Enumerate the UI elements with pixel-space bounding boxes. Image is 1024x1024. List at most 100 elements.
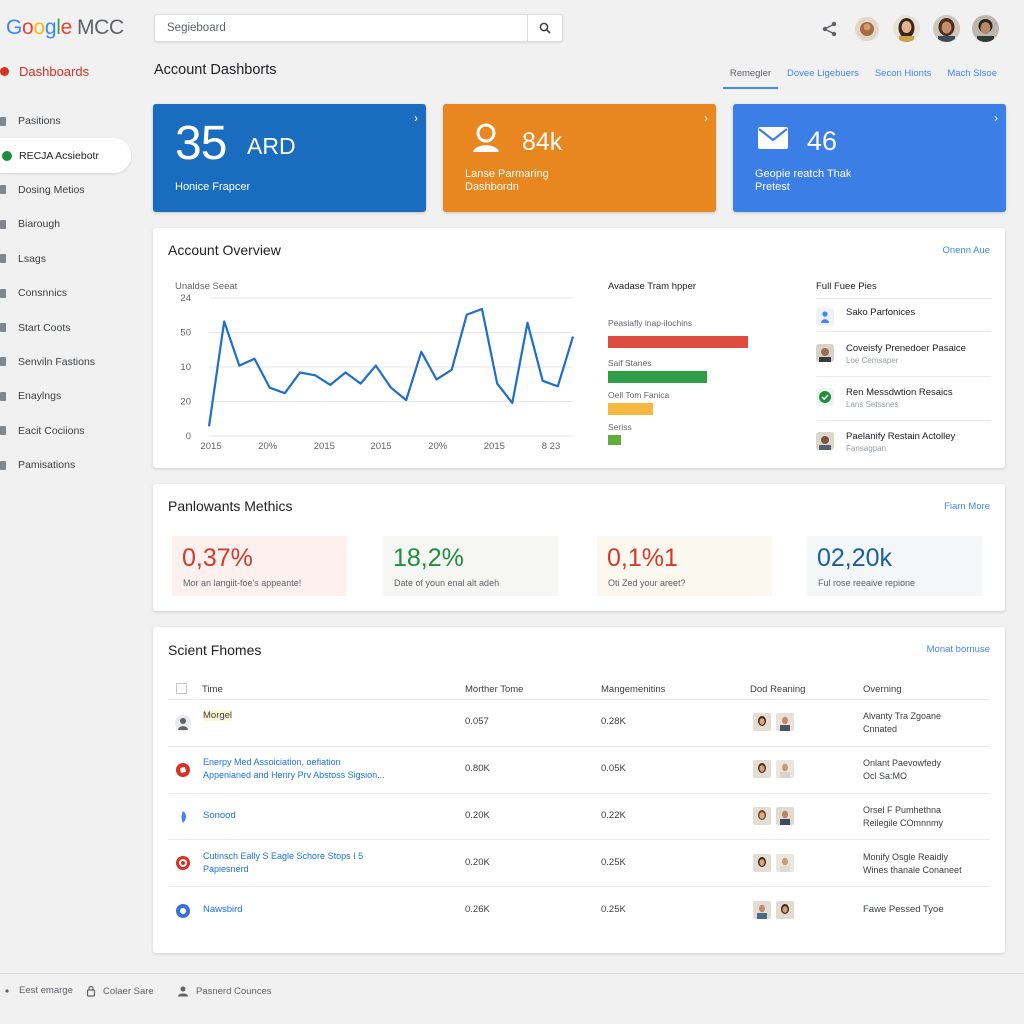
cell-line: Monify Osgle Reaidly bbox=[863, 852, 949, 862]
sidebar-item[interactable]: Eacit Cociions bbox=[0, 414, 135, 448]
row-name-link[interactable]: Cutinsch Eally S Eagle Schore Stops I 5 P… bbox=[203, 850, 363, 876]
sidebar-item[interactable]: Pamisations bbox=[0, 448, 135, 482]
divider bbox=[168, 746, 990, 747]
row-morther-tome: 0.057 bbox=[465, 716, 489, 727]
overview-link[interactable]: Onenn Aue bbox=[942, 245, 990, 256]
tab-dovee-ligebuers[interactable]: Dovee Ligebuers bbox=[780, 66, 866, 89]
lock-icon bbox=[86, 985, 96, 997]
kpi-label-line: Dashbordn bbox=[465, 181, 519, 193]
kpi-label: Lanse Parmaring Dashbordn bbox=[465, 168, 585, 194]
sidebar-item[interactable]: Enaylngs bbox=[0, 379, 135, 413]
metric-label: Mor an langiit-foe's appeante! bbox=[183, 578, 302, 588]
divider bbox=[816, 298, 991, 299]
list-item[interactable]: Sako Parfonices bbox=[816, 304, 991, 338]
avatar-icon bbox=[753, 807, 771, 825]
divider bbox=[168, 699, 990, 700]
row-mangemenitins: 0.25K bbox=[601, 857, 626, 868]
footer-item[interactable]: Colaer Sare bbox=[86, 985, 154, 997]
sidebar-item[interactable]: Lsags bbox=[0, 242, 135, 276]
y-tick-label: 24 bbox=[180, 293, 191, 304]
bar-label: Peasiafly inap-ilochins bbox=[608, 318, 693, 328]
sidebar-nav: Pasitions RECJA Acsiebotr Dosing Metios … bbox=[0, 104, 135, 482]
circle-check-icon bbox=[816, 388, 834, 406]
avatar[interactable] bbox=[972, 15, 999, 42]
bar-label: Oell Tom Fanica bbox=[608, 390, 670, 400]
row-mangemenitins: 0.25K bbox=[601, 904, 626, 915]
nav-icon bbox=[0, 357, 6, 367]
kpi-value: 84k bbox=[522, 128, 563, 156]
table-link[interactable]: Monat bornuse bbox=[927, 644, 990, 655]
tab-remegler[interactable]: Remegler bbox=[722, 66, 779, 89]
avatar-icon bbox=[816, 344, 834, 362]
metrics-link[interactable]: Fiarn More bbox=[944, 501, 990, 512]
row-name: Morgel bbox=[203, 710, 233, 721]
list-item[interactable]: Paelanify Restain Actolley Fansagpan bbox=[816, 428, 991, 462]
column-header[interactable]: Mangemenitins bbox=[601, 684, 665, 695]
column-header[interactable]: Dod Reaning bbox=[750, 684, 805, 695]
sidebar-item[interactable]: Pasitions bbox=[0, 104, 135, 138]
avatar[interactable] bbox=[893, 15, 920, 42]
footer-item[interactable]: Pasnerd Counces bbox=[177, 985, 272, 997]
kpi-card[interactable]: 46 Geopie reatch Thak Pretest › bbox=[733, 104, 1006, 212]
column-header[interactable]: Time bbox=[202, 684, 223, 695]
row-name-link[interactable]: Nawsbird bbox=[203, 904, 243, 915]
nav-icon bbox=[0, 426, 6, 436]
series-line bbox=[207, 307, 575, 427]
cell-line: Ocl Sa:MO bbox=[863, 771, 908, 781]
google-mcc-logo[interactable]: Google MCC bbox=[6, 16, 124, 40]
chevron-right-icon[interactable]: › bbox=[994, 111, 998, 125]
bar-fill bbox=[608, 403, 653, 415]
metric-card[interactable]: 02,20k Ful rose reeaive repione bbox=[807, 536, 982, 596]
panel-title: Scient Fhomes bbox=[168, 642, 262, 658]
sidebar-item[interactable]: Senviln Fastions bbox=[0, 345, 135, 379]
row-overning: Fawe Pessed Tyoe bbox=[863, 904, 944, 915]
table-panel: Scient Fhomes Monat bornuse Time Morther… bbox=[153, 627, 1005, 953]
footer-item[interactable]: Eest emarge bbox=[4, 985, 73, 996]
nav-icon bbox=[0, 460, 6, 470]
list-item[interactable]: Ren Messdwtion Resaics Lans Setssnes bbox=[816, 384, 991, 418]
column-header[interactable]: Morther Tome bbox=[465, 684, 523, 695]
chevron-right-icon[interactable]: › bbox=[704, 111, 708, 125]
sidebar-item-label: Dashboards bbox=[19, 63, 90, 79]
kpi-card[interactable]: 84k Lanse Parmaring Dashbordn › bbox=[443, 104, 716, 212]
bar-fill bbox=[608, 336, 748, 348]
metric-card[interactable]: 18,2% Date of youn enal alt adeh bbox=[383, 536, 558, 596]
nav-icon bbox=[0, 288, 6, 298]
row-name-link[interactable]: Enerpy Med Assoiciation, oefiation Appeni… bbox=[203, 756, 385, 782]
avatar[interactable] bbox=[855, 17, 879, 41]
column-header[interactable]: Overning bbox=[863, 684, 902, 695]
divider bbox=[816, 331, 991, 332]
sidebar-item[interactable]: Start Coots bbox=[0, 310, 135, 344]
avatar[interactable] bbox=[933, 15, 960, 42]
cell-line: Cutinsch Eally S Eagle Schore Stops I 5 bbox=[203, 851, 364, 861]
row-avatar-icon bbox=[175, 715, 191, 731]
row-name-link[interactable]: Sonood bbox=[203, 810, 236, 821]
metric-card[interactable]: 0,1%1 Oti Zed your areet? bbox=[597, 536, 772, 596]
sidebar-item[interactable]: Dosing Metios bbox=[0, 173, 135, 207]
logo-suffix: MCC bbox=[76, 16, 124, 39]
metric-label: Oti Zed your areet? bbox=[608, 578, 686, 588]
chevron-right-icon[interactable]: › bbox=[414, 111, 418, 125]
tab-mach-slsoe[interactable]: Mach Slsoe bbox=[940, 66, 1004, 89]
kpi-card[interactable]: 35 ARD Honice Frapcer › bbox=[153, 104, 426, 212]
divider bbox=[168, 886, 990, 887]
share-icon[interactable] bbox=[821, 20, 839, 38]
metric-value: 0,37% bbox=[182, 544, 253, 572]
kpi-value: 46 bbox=[807, 126, 838, 156]
tab-secon-hionts[interactable]: Secon Hionts bbox=[868, 66, 939, 89]
kpi-label: Honice Frapcer bbox=[175, 181, 251, 193]
list-item[interactable]: Coveisfy Prenedoer Pasaice Loe Cemsaper bbox=[816, 340, 991, 374]
nav-icon bbox=[0, 116, 6, 126]
logo-word: Google bbox=[6, 16, 72, 39]
sidebar-item-dashboards[interactable]: Dashboards bbox=[0, 60, 89, 82]
cell-line: Enerpy Med Assoiciation, oefiation bbox=[203, 757, 341, 767]
sidebar-item[interactable]: Consnnics bbox=[0, 276, 135, 310]
metric-card[interactable]: 0,37% Mor an langiit-foe's appeante! bbox=[172, 536, 347, 596]
search-button[interactable] bbox=[527, 15, 562, 41]
sidebar-item[interactable]: Biarough bbox=[0, 207, 135, 241]
select-all-checkbox[interactable] bbox=[176, 683, 187, 694]
divider bbox=[816, 420, 991, 421]
sidebar-item-active[interactable]: RECJA Acsiebotr bbox=[0, 138, 131, 173]
search-input[interactable] bbox=[155, 15, 528, 41]
nav-icon bbox=[0, 254, 6, 264]
